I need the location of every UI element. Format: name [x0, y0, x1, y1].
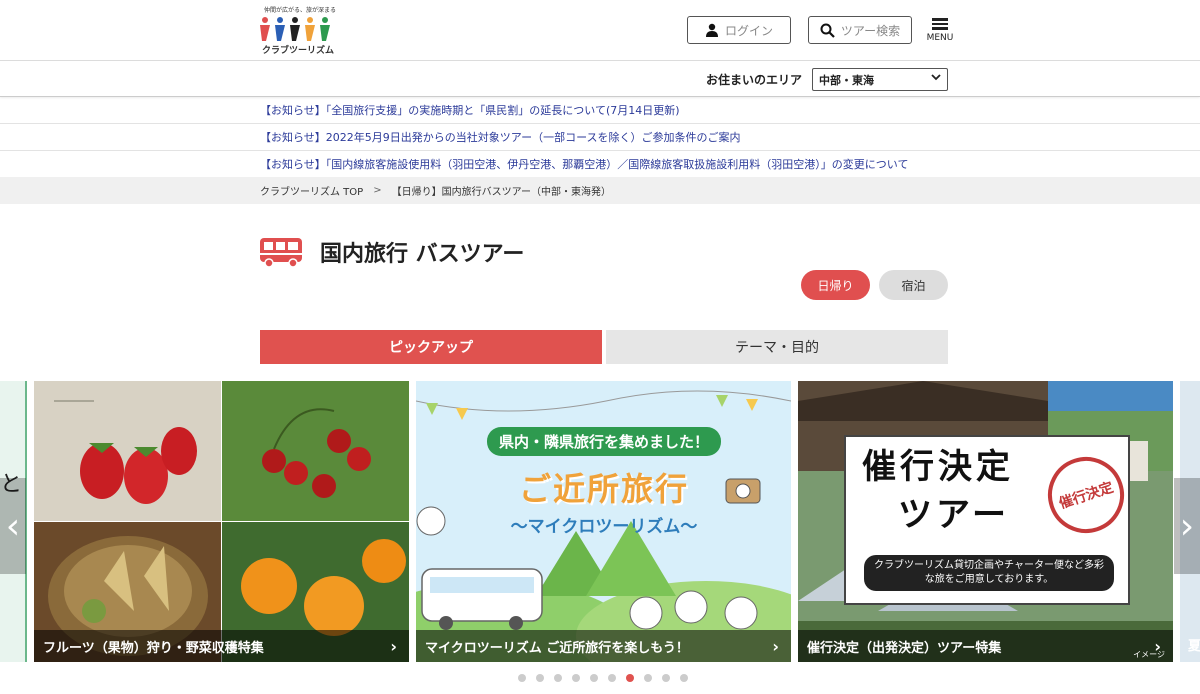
menu-button[interactable]: MENU	[924, 16, 956, 46]
notice-text[interactable]: 【お知らせ】「国内線旅客施設使用料（羽田空港、伊丹空港、那覇空港）／国際線旅客取…	[260, 156, 908, 172]
logo-name: クラブツーリズム	[262, 46, 335, 56]
micro-subtitle: 〜マイクロツーリズム〜	[510, 517, 698, 537]
decided-stamp: 催行決定	[1038, 447, 1134, 543]
decided-title-line1: 催行決定	[862, 447, 1014, 487]
breadcrumb-current: 【日帰り】国内旅行バスツアー（中部・東海発）	[391, 187, 611, 198]
hamburger-icon	[932, 16, 948, 32]
area-bar: お住まいのエリア 中部・東海	[0, 61, 1200, 97]
notice-item[interactable]: 【お知らせ】「全国旅行支援」の実施時期と「県民割」の延長について(7月14日更新…	[0, 97, 1200, 124]
breadcrumb: クラブツーリズム TOP > 【日帰り】国内旅行バスツアー（中部・東海発）	[0, 177, 1200, 204]
page-heading: 国内旅行 バスツアー	[258, 232, 524, 272]
notice-text[interactable]: 【お知らせ】「全国旅行支援」の実施時期と「県民割」の延長について(7月14日更新…	[260, 102, 680, 118]
decided-title-line2: ツアー	[898, 495, 1010, 535]
login-label: ログイン	[724, 23, 773, 38]
carousel-dot[interactable]	[644, 674, 652, 682]
logo-tagline: 仲間が広がる、旅が深まる	[264, 7, 337, 14]
micro-tourism-banner: 県内・隣県旅行を集めました！ ご近所旅行 〜マイクロツーリズム〜	[434, 427, 774, 537]
card-caption-text: 催行決定（出発決定）ツアー特集	[807, 640, 1002, 656]
carousel-dot[interactable]	[572, 674, 580, 682]
carousel-dot[interactable]	[608, 674, 616, 682]
decided-description: クラブツーリズム貸切企画やチャーター便など多彩な旅をご用意しております。	[864, 555, 1114, 591]
carousel-prev-button[interactable]: ‹	[0, 478, 26, 574]
micro-title: ご近所旅行	[518, 470, 689, 508]
overnight-toggle[interactable]: 宿泊	[879, 270, 948, 300]
carousel-dot[interactable]	[662, 674, 670, 682]
user-icon	[705, 23, 719, 37]
micro-headline: 県内・隣県旅行を集めました！	[486, 427, 721, 456]
area-select[interactable]: 中部・東海	[812, 68, 948, 91]
carousel-card-tour-decided[interactable]: 催行決定 ツアー 催行決定 クラブツーリズム貸切企画やチャーター便など多彩な旅を…	[798, 381, 1173, 662]
card-caption: フルーツ（果物）狩り・野菜収穫特集 ›	[34, 630, 409, 662]
page-title: 国内旅行 バスツアー	[320, 242, 525, 267]
notice-item[interactable]: 【お知らせ】「国内線旅客施設使用料（羽田空港、伊丹空港、那覇空港）／国際線旅客取…	[0, 151, 1200, 178]
notice-item[interactable]: 【お知らせ】2022年5月9日出発からの当社対象ツアー（一部コースを除く）ご参加…	[0, 124, 1200, 151]
notice-text[interactable]: 【お知らせ】2022年5月9日出発からの当社対象ツアー（一部コースを除く）ご参加…	[260, 129, 741, 145]
image-note: イメージ	[1133, 650, 1165, 659]
chevron-right-icon: ›	[390, 637, 397, 656]
carousel-card-micro-tourism[interactable]: 県内・隣県旅行を集めました！ ご近所旅行 〜マイクロツーリズム〜 マイクロツーリ…	[416, 381, 791, 662]
carousel-dot[interactable]	[554, 674, 562, 682]
chevron-down-icon	[931, 72, 941, 85]
carousel-card-fruit[interactable]: フルーツ（果物）狩り・野菜収穫特集 ›	[34, 381, 409, 662]
notice-list: 【お知らせ】「全国旅行支援」の実施時期と「県民割」の延長について(7月14日更新…	[0, 97, 1200, 178]
bus-icon	[260, 238, 302, 268]
fruit-image	[34, 381, 409, 662]
carousel-pagination	[518, 674, 698, 682]
carousel-next-button[interactable]: ›	[1174, 478, 1200, 574]
partial-card-caption: 夏	[1188, 639, 1200, 654]
carousel-dot[interactable]	[680, 674, 688, 682]
site-logo[interactable]: 仲間が広がる、旅が深まる クラブツーリズム	[258, 5, 338, 56]
tour-search-button[interactable]: ツアー検索	[808, 16, 912, 44]
card-caption: 催行決定（出発決定）ツアー特集 ›	[798, 630, 1173, 662]
tour-decided-banner: 催行決定 ツアー 催行決定 クラブツーリズム貸切企画やチャーター便など多彩な旅を…	[844, 435, 1134, 605]
carousel-dot[interactable]	[536, 674, 544, 682]
login-button[interactable]: ログイン	[687, 16, 791, 44]
menu-label: MENU	[926, 32, 954, 43]
carousel-dot[interactable]	[518, 674, 526, 682]
carousel-dot[interactable]	[626, 674, 634, 682]
search-label: ツアー検索	[840, 23, 901, 38]
decided-title: 催行決定 ツアー	[862, 443, 1014, 539]
day-trip-toggle[interactable]: 日帰り	[801, 270, 870, 300]
site-header: 仲間が広がる、旅が深まる クラブツーリズム ログイン ツアー検索 MENU	[0, 0, 1200, 61]
chevron-left-icon: ‹	[5, 505, 21, 547]
tab-theme[interactable]: テーマ・目的	[606, 330, 948, 364]
card-caption-text: マイクロツーリズム ご近所旅行を楽しもう！	[425, 640, 689, 656]
search-icon	[820, 23, 835, 38]
logo-people-icon	[260, 17, 330, 41]
breadcrumb-separator: >	[373, 185, 382, 196]
breadcrumb-home[interactable]: クラブツーリズム TOP	[260, 183, 363, 198]
area-label: お住まいのエリア	[706, 73, 803, 87]
tab-pickup[interactable]: ピックアップ	[260, 330, 602, 364]
chevron-right-icon: ›	[1179, 505, 1195, 547]
feature-carousel: と フルーツ（果物）狩り・野菜収穫特集 › 県内・隣県旅行を集めました！ ご近所…	[0, 381, 1200, 662]
area-selected-value: 中部・東海	[819, 74, 874, 87]
card-caption: マイクロツーリズム ご近所旅行を楽しもう！ ›	[416, 630, 791, 662]
chevron-right-icon: ›	[772, 637, 779, 656]
carousel-dot[interactable]	[590, 674, 598, 682]
card-caption-text: フルーツ（果物）狩り・野菜収穫特集	[43, 640, 264, 656]
